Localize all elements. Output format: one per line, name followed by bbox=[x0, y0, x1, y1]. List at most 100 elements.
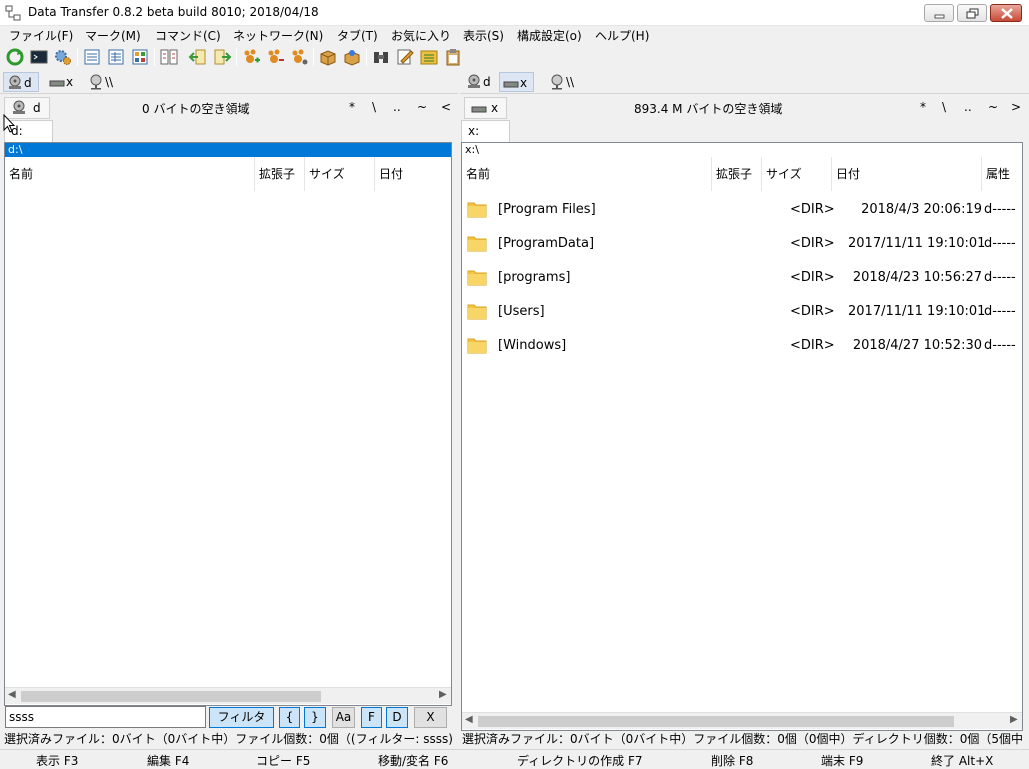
right-drive-x-button[interactable]: x bbox=[499, 72, 535, 92]
drive-label: x bbox=[66, 75, 74, 89]
column-date-header[interactable]: 日付 bbox=[832, 157, 982, 191]
fkey-copy[interactable]: コピー F5 bbox=[256, 752, 310, 769]
fkey-move-rename[interactable]: 移動/変名 F6 bbox=[378, 752, 448, 769]
column-date-header[interactable]: 日付 bbox=[375, 157, 451, 191]
scroll-right-icon[interactable]: ▶ bbox=[1010, 714, 1018, 725]
binoculars-icon[interactable] bbox=[371, 47, 391, 67]
filter-files-button[interactable]: F bbox=[361, 707, 382, 728]
compare-icon[interactable] bbox=[159, 47, 179, 67]
left-drive-d-button[interactable]: d bbox=[3, 72, 39, 92]
open-brace-button[interactable]: { bbox=[279, 707, 300, 728]
paw-settings-icon[interactable] bbox=[289, 47, 309, 67]
filter-input[interactable] bbox=[5, 706, 206, 728]
export-icon[interactable] bbox=[212, 47, 232, 67]
column-size-header[interactable]: サイズ bbox=[762, 157, 832, 191]
table-row[interactable]: [ProgramData] <DIR> 2017/11/11 19:10:01 … bbox=[462, 227, 1022, 261]
package-open-icon[interactable] bbox=[342, 47, 362, 67]
right-nav-home-button[interactable]: ~ bbox=[988, 100, 998, 114]
table-row[interactable]: [Program Files] <DIR> 2018/4/3 20:06:19 … bbox=[462, 193, 1022, 227]
folder-tree-icon[interactable] bbox=[419, 47, 439, 67]
right-drive-d-button[interactable]: d bbox=[463, 72, 497, 92]
right-nav-root-button[interactable]: \ bbox=[942, 100, 946, 114]
paw-remove-icon[interactable] bbox=[265, 47, 285, 67]
right-status-text: 選択済みファイル：0バイト（0バイト中）ファイル個数：0個（0個中）ディレクトリ… bbox=[462, 732, 1023, 746]
table-row[interactable]: [programs] <DIR> 2018/4/23 10:56:27 d---… bbox=[462, 261, 1022, 295]
restore-button[interactable] bbox=[957, 4, 987, 22]
fkey-exit[interactable]: 終了 Alt+X bbox=[931, 752, 993, 769]
menu-help[interactable]: ヘルプ(H) bbox=[595, 27, 649, 44]
network-drive-icon bbox=[551, 74, 563, 90]
column-attr-header[interactable]: 属性 bbox=[982, 157, 1022, 191]
menu-file[interactable]: ファイル(F) bbox=[9, 27, 73, 44]
fkey-mkdir[interactable]: ディレクトリの作成 F7 bbox=[517, 752, 643, 769]
toolbar bbox=[0, 44, 1029, 70]
settings-icon[interactable] bbox=[53, 47, 73, 67]
file-name: [Windows] bbox=[498, 338, 567, 353]
left-nav-parent-button[interactable]: .. bbox=[393, 100, 401, 114]
menu-tab[interactable]: タブ(T) bbox=[337, 27, 378, 44]
scroll-left-icon[interactable]: ◀ bbox=[465, 714, 473, 725]
right-file-panel[interactable]: x:\ 名前 拡張子 サイズ 日付 属性 [Program Files] <DI… bbox=[461, 142, 1023, 731]
right-horizontal-scrollbar[interactable]: ◀ ▶ bbox=[462, 712, 1022, 729]
title-bar: Data Transfer 0.8.2 beta build 8010; 201… bbox=[0, 0, 1029, 26]
view-list-icon[interactable] bbox=[82, 47, 102, 67]
clipboard-icon[interactable] bbox=[443, 47, 463, 67]
table-row[interactable]: [Windows] <DIR> 2018/4/27 10:52:30 d----… bbox=[462, 329, 1022, 363]
menu-view[interactable]: 表示(S) bbox=[463, 27, 504, 44]
menu-favorites[interactable]: お気に入り bbox=[391, 27, 451, 44]
right-path-tab[interactable]: x: bbox=[461, 120, 510, 142]
table-row[interactable]: [Users] <DIR> 2017/11/11 19:10:01 d----- bbox=[462, 295, 1022, 329]
clear-filter-button[interactable]: X bbox=[414, 707, 447, 728]
left-file-panel[interactable]: d:\ 名前 拡張子 サイズ 日付 ◀ ▶ bbox=[4, 142, 452, 706]
left-nav-root-marker[interactable]: * bbox=[349, 100, 355, 114]
left-horizontal-scrollbar[interactable]: ◀ ▶ bbox=[5, 687, 451, 704]
right-current-drive-button[interactable]: x bbox=[464, 97, 508, 119]
fkey-terminal[interactable]: 端末 F9 bbox=[821, 752, 863, 769]
minimize-icon bbox=[934, 14, 945, 19]
right-nav-forward-button[interactable]: > bbox=[1011, 100, 1021, 114]
menu-config[interactable]: 構成設定(o) bbox=[517, 27, 582, 44]
column-size-header[interactable]: サイズ bbox=[305, 157, 375, 191]
function-key-bar: 表示 F3 編集 F4 コピー F5 移動/変名 F6 ディレクトリの作成 F7… bbox=[0, 749, 1029, 769]
left-nav-root-button[interactable]: \ bbox=[372, 100, 376, 114]
right-drive-network-button[interactable]: \\ bbox=[546, 72, 580, 92]
menu-mark[interactable]: マーク(M) bbox=[85, 27, 141, 44]
scroll-left-icon[interactable]: ◀ bbox=[8, 689, 16, 700]
menu-network[interactable]: ネットワーク(N) bbox=[233, 27, 323, 44]
fkey-edit[interactable]: 編集 F4 bbox=[147, 752, 189, 769]
right-nav-root-marker[interactable]: * bbox=[920, 100, 926, 114]
import-icon[interactable] bbox=[188, 47, 208, 67]
close-button[interactable] bbox=[990, 4, 1022, 22]
column-name-header[interactable]: 名前 bbox=[462, 157, 712, 191]
terminal-icon[interactable] bbox=[29, 47, 49, 67]
column-name-header[interactable]: 名前 bbox=[5, 157, 255, 191]
close-brace-button[interactable]: } bbox=[304, 707, 326, 728]
filter-button[interactable]: フィルタ bbox=[209, 707, 274, 728]
file-date: 2018/4/27 10:52:30 bbox=[852, 338, 982, 353]
minimize-button[interactable] bbox=[924, 4, 954, 22]
fkey-delete[interactable]: 削除 F8 bbox=[711, 752, 753, 769]
toolbar-separator bbox=[154, 48, 155, 66]
left-drive-x-button[interactable]: x bbox=[46, 72, 79, 92]
toolbar-separator bbox=[313, 48, 314, 66]
fkey-view[interactable]: 表示 F3 bbox=[36, 752, 78, 769]
case-sensitive-button[interactable]: Aa bbox=[332, 707, 355, 728]
menu-command[interactable]: コマンド(C) bbox=[155, 27, 221, 44]
scroll-thumb[interactable] bbox=[21, 691, 321, 702]
view-detail-icon[interactable] bbox=[106, 47, 126, 67]
package-icon[interactable] bbox=[318, 47, 338, 67]
right-nav-parent-button[interactable]: .. bbox=[964, 100, 972, 114]
edit-icon[interactable] bbox=[395, 47, 415, 67]
view-thumbnail-icon[interactable] bbox=[130, 47, 150, 67]
scroll-thumb[interactable] bbox=[478, 716, 954, 727]
filter-dirs-button[interactable]: D bbox=[386, 707, 408, 728]
removable-drive-icon bbox=[471, 106, 487, 113]
left-nav-history-button[interactable]: < bbox=[441, 100, 451, 114]
left-drive-network-button[interactable]: \\ bbox=[85, 72, 119, 92]
paw-add-icon[interactable] bbox=[241, 47, 261, 67]
scroll-right-icon[interactable]: ▶ bbox=[439, 689, 447, 700]
left-nav-home-button[interactable]: ~ bbox=[417, 100, 427, 114]
column-ext-header[interactable]: 拡張子 bbox=[255, 157, 305, 191]
column-ext-header[interactable]: 拡張子 bbox=[712, 157, 762, 191]
refresh-icon[interactable] bbox=[5, 47, 25, 67]
